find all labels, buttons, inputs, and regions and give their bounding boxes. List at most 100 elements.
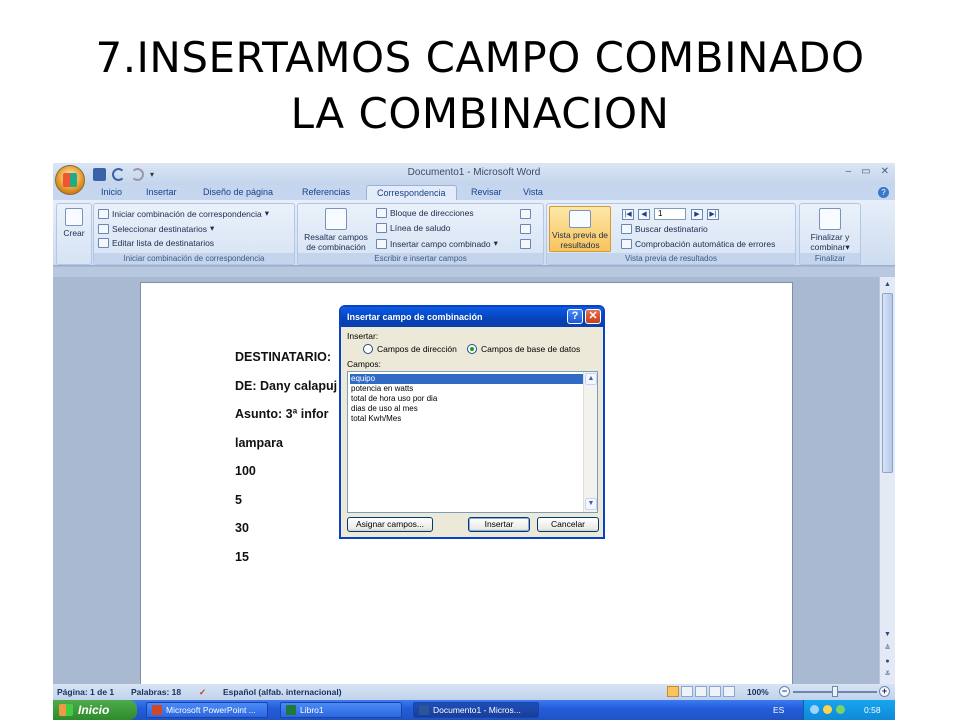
bloque-direcciones-button[interactable]: Bloque de direcciones xyxy=(376,208,474,218)
group-label-finalizar: Finalizar xyxy=(800,253,860,264)
zoom-in-icon[interactable]: + xyxy=(879,686,890,697)
asignar-campos-button[interactable]: Asignar campos... xyxy=(347,517,433,532)
outline-view-icon[interactable] xyxy=(709,686,721,697)
tab-referencias[interactable]: Referencias xyxy=(302,187,350,197)
scroll-up-icon[interactable]: ▲ xyxy=(882,279,893,290)
dialog-close-button[interactable]: ✕ xyxy=(585,309,601,324)
network-icon[interactable] xyxy=(810,705,819,714)
campos-direccion-label[interactable]: Campos de dirección xyxy=(377,344,457,354)
full-screen-reading-icon[interactable] xyxy=(681,686,693,697)
browse-object-icon[interactable]: ● xyxy=(882,656,893,667)
zoom-slider-handle[interactable] xyxy=(832,686,838,697)
tab-inicio[interactable]: Inicio xyxy=(101,187,122,197)
listbox-scroll-up-icon[interactable]: ▲ xyxy=(585,373,597,385)
previous-page-icon[interactable]: ≜ xyxy=(882,643,893,654)
last-record-icon[interactable]: ▶| xyxy=(707,209,719,220)
insert-merge-field-dialog: Insertar campo de combinación ? ✕ Insert… xyxy=(339,305,605,539)
editar-lista-label: Editar lista de destinatarios xyxy=(112,238,215,248)
fields-listbox[interactable]: equipo potencia en watts total de hora u… xyxy=(347,371,598,513)
restore-button[interactable]: ▭ xyxy=(861,166,870,177)
buscar-destinatario-button[interactable]: Buscar destinatario xyxy=(621,224,708,234)
tab-insertar[interactable]: Insertar xyxy=(146,187,177,197)
first-record-icon[interactable]: |◀ xyxy=(622,209,634,220)
print-layout-icon[interactable] xyxy=(667,686,679,697)
minimize-button[interactable]: – xyxy=(846,166,852,177)
draft-view-icon[interactable] xyxy=(723,686,735,697)
linea-saludo-button[interactable]: Línea de saludo xyxy=(376,223,451,233)
next-record-icon[interactable]: ▶ xyxy=(691,209,703,220)
group-iniciar-combinacion: Iniciar combinación de correspondencia ▾ … xyxy=(93,203,295,265)
title-bar: ▾ Documento1 - Microsoft Word – ▭ ✕ xyxy=(53,163,895,185)
doc-line: 5 xyxy=(235,493,242,507)
field-list-item[interactable]: total de hora uso por dia xyxy=(350,394,583,404)
tab-correspondencia[interactable]: Correspondencia xyxy=(366,185,457,201)
resaltar-campos-button[interactable]: Resaltar campos de combinación xyxy=(302,208,370,252)
listbox-scroll-down-icon[interactable]: ▼ xyxy=(585,498,597,510)
match-fields-icon[interactable] xyxy=(520,224,531,234)
insertar-campo-combinado-button[interactable]: Insertar campo combinado ▾ xyxy=(376,238,498,249)
bloque-direcciones-label: Bloque de direcciones xyxy=(390,208,474,218)
campos-base-datos-label[interactable]: Campos de base de datos xyxy=(481,344,580,354)
tab-revisar[interactable]: Revisar xyxy=(471,187,502,197)
field-list-item[interactable]: equipo xyxy=(350,374,583,384)
campos-base-datos-radio[interactable] xyxy=(467,344,477,354)
editar-lista-button[interactable]: Editar lista de destinatarios xyxy=(98,238,214,248)
tab-diseno-pagina[interactable]: Diseño de página xyxy=(203,187,273,197)
field-list-item[interactable]: dias de uso al mes xyxy=(350,404,583,414)
rules-icon[interactable] xyxy=(520,209,531,219)
vista-previa-button[interactable]: Vista previa de resultados xyxy=(549,206,611,252)
tab-vista[interactable]: Vista xyxy=(523,187,543,197)
scroll-down-icon[interactable]: ▼ xyxy=(882,629,893,640)
record-number-input[interactable]: 1 xyxy=(654,208,686,220)
start-label: Inicio xyxy=(78,703,110,717)
next-page-icon[interactable]: ≚ xyxy=(882,669,893,680)
insert-field-icon xyxy=(376,238,387,249)
dropdown-icon: ▾ xyxy=(493,238,498,248)
taskbar-item-libro1[interactable]: Libro1 xyxy=(280,702,402,718)
taskbar-item-label: Documento1 - Micros... xyxy=(433,705,521,715)
comprobacion-errores-button[interactable]: Comprobación automática de errores xyxy=(621,239,775,249)
cancelar-button[interactable]: Cancelar xyxy=(537,517,599,532)
page-count[interactable]: Página: 1 de 1 xyxy=(57,687,114,697)
close-window-button[interactable]: ✕ xyxy=(881,166,889,177)
spelling-icon[interactable]: ✓ xyxy=(199,687,206,698)
language-bar[interactable]: ES xyxy=(773,705,784,715)
start-button[interactable]: Inicio xyxy=(53,700,137,720)
listbox-scrollbar[interactable]: ▲ ▼ xyxy=(583,372,597,512)
zoom-level[interactable]: 100% xyxy=(747,687,769,697)
doc-line: Asunto: 3ª infor xyxy=(235,407,329,421)
office-button[interactable] xyxy=(55,165,85,195)
dropdown-icon: ▾ xyxy=(845,242,850,252)
finish-merge-icon xyxy=(819,208,841,230)
iniciar-combinacion-button[interactable]: Iniciar combinación de correspondencia ▾ xyxy=(98,208,269,219)
security-icon[interactable] xyxy=(823,705,832,714)
dialog-help-button[interactable]: ? xyxy=(567,309,583,324)
antivirus-icon[interactable] xyxy=(836,705,845,714)
campos-direccion-radio[interactable] xyxy=(363,344,373,354)
clock[interactable]: 0:58 xyxy=(864,705,881,715)
vertical-scrollbar[interactable]: ▲ ▼ ≜ ● ≚ xyxy=(879,277,895,687)
insertar-button[interactable]: Insertar xyxy=(468,517,530,532)
taskbar-item-label: Microsoft PowerPoint ... xyxy=(166,705,256,715)
language-indicator[interactable]: Español (alfab. internacional) xyxy=(223,687,342,697)
system-tray: 0:58 xyxy=(803,700,895,720)
previous-record-icon[interactable]: ◀ xyxy=(638,209,650,220)
finalizar-combinar-button[interactable]: Finalizar y combinar▾ xyxy=(802,208,858,252)
crear-button[interactable]: Crear xyxy=(60,208,88,238)
scroll-thumb[interactable] xyxy=(882,293,893,473)
field-list-item[interactable]: total Kwh/Mes xyxy=(350,414,583,424)
insertar-label: Insertar: xyxy=(347,331,379,341)
dialog-title-bar: Insertar campo de combinación xyxy=(341,307,603,327)
help-icon[interactable]: ? xyxy=(878,187,889,198)
field-list-item[interactable]: potencia en watts xyxy=(350,384,583,394)
zoom-out-icon[interactable]: − xyxy=(779,686,790,697)
buscar-destinatario-label: Buscar destinatario xyxy=(635,224,708,234)
word-count[interactable]: Palabras: 18 xyxy=(131,687,181,697)
seleccionar-destinatarios-button[interactable]: Seleccionar destinatarios ▾ xyxy=(98,223,214,234)
document-icon xyxy=(98,208,109,219)
taskbar-item-powerpoint[interactable]: Microsoft PowerPoint ... xyxy=(146,702,268,718)
update-labels-icon[interactable] xyxy=(520,239,531,249)
web-layout-icon[interactable] xyxy=(695,686,707,697)
greeting-line-icon xyxy=(376,223,387,233)
taskbar-item-documento1[interactable]: Documento1 - Micros... xyxy=(413,702,539,718)
